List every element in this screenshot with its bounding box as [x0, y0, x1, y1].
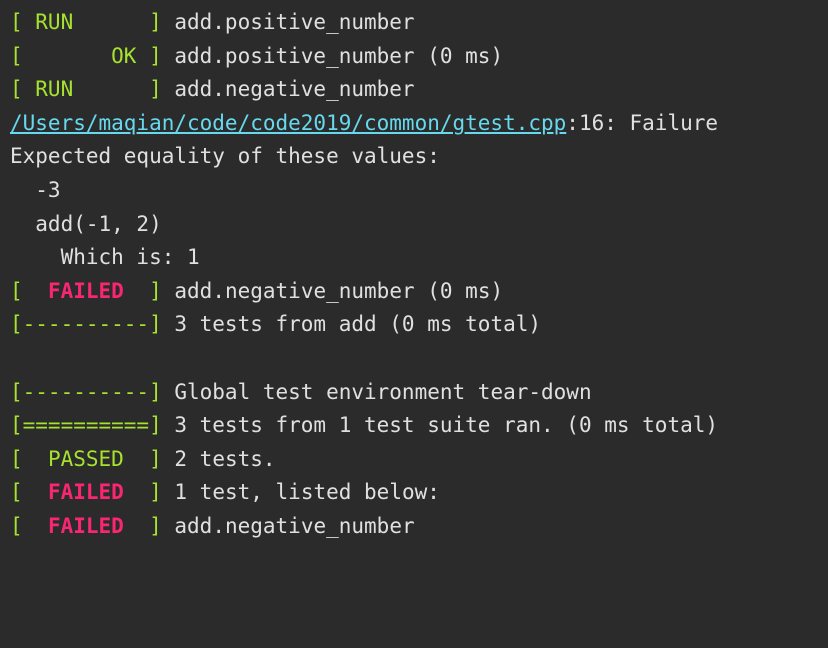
- run-line: [ RUN ] add.negative_number: [10, 73, 818, 107]
- failure-text: :16: Failure: [566, 111, 718, 135]
- failed-line: [ FAILED ] add.negative_number (0 ms): [10, 275, 818, 309]
- status-separator: [----------]: [10, 312, 162, 336]
- summary-line: [----------] 3 tests from add (0 ms tota…: [10, 308, 818, 342]
- failure-location-line: /Users/maqian/code/code2019/common/gtest…: [10, 107, 818, 141]
- status-equals: [==========]: [10, 413, 162, 437]
- passed-line: [ PASSED ] 2 tests.: [10, 443, 818, 477]
- terminal-output: [ RUN ] add.positive_number [ OK ] add.p…: [10, 6, 818, 544]
- expected-line: Expected equality of these values:: [10, 140, 818, 174]
- summary-text: 3 tests from add (0 ms total): [162, 312, 541, 336]
- bracket-close: ]: [149, 514, 162, 538]
- test-name: add.negative_number: [162, 77, 415, 101]
- teardown-line: [----------] Global test environment tea…: [10, 376, 818, 410]
- bracket-close: ]: [149, 279, 162, 303]
- test-name: add.positive_number: [162, 10, 415, 34]
- failed-summary-line: [ FAILED ] 1 test, listed below:: [10, 476, 818, 510]
- bracket-close: ]: [149, 447, 162, 471]
- status-failed: FAILED: [23, 480, 149, 504]
- status-passed: PASSED: [23, 447, 149, 471]
- test-result: add.positive_number (0 ms): [162, 44, 503, 68]
- test-result: add.negative_number (0 ms): [162, 279, 503, 303]
- passed-text: 2 tests.: [162, 447, 276, 471]
- ok-line: [ OK ] add.positive_number (0 ms): [10, 40, 818, 74]
- bracket-open: [: [10, 447, 23, 471]
- teardown-text: Global test environment tear-down: [162, 380, 592, 404]
- status-failed: FAILED: [23, 279, 149, 303]
- status-run: [ RUN ]: [10, 77, 162, 101]
- actual-expression: add(-1, 2): [10, 208, 818, 242]
- failed-summary-text: 1 test, listed below:: [162, 480, 440, 504]
- run-line: [ RUN ] add.positive_number: [10, 6, 818, 40]
- failed-detail-text: add.negative_number: [162, 514, 415, 538]
- blank-line: [10, 342, 818, 376]
- total-text: 3 tests from 1 test suite ran. (0 ms tot…: [162, 413, 718, 437]
- actual-value: Which is: 1: [10, 241, 818, 275]
- failed-detail-line: [ FAILED ] add.negative_number: [10, 510, 818, 544]
- status-failed: FAILED: [23, 514, 149, 538]
- status-separator: [----------]: [10, 380, 162, 404]
- status-ok: [ OK ]: [10, 44, 162, 68]
- bracket-open: [: [10, 279, 23, 303]
- bracket-open: [: [10, 514, 23, 538]
- bracket-open: [: [10, 480, 23, 504]
- bracket-close: ]: [149, 480, 162, 504]
- file-link[interactable]: /Users/maqian/code/code2019/common/gtest…: [10, 111, 566, 135]
- status-run: [ RUN ]: [10, 10, 162, 34]
- expected-value: -3: [10, 174, 818, 208]
- total-line: [==========] 3 tests from 1 test suite r…: [10, 409, 818, 443]
